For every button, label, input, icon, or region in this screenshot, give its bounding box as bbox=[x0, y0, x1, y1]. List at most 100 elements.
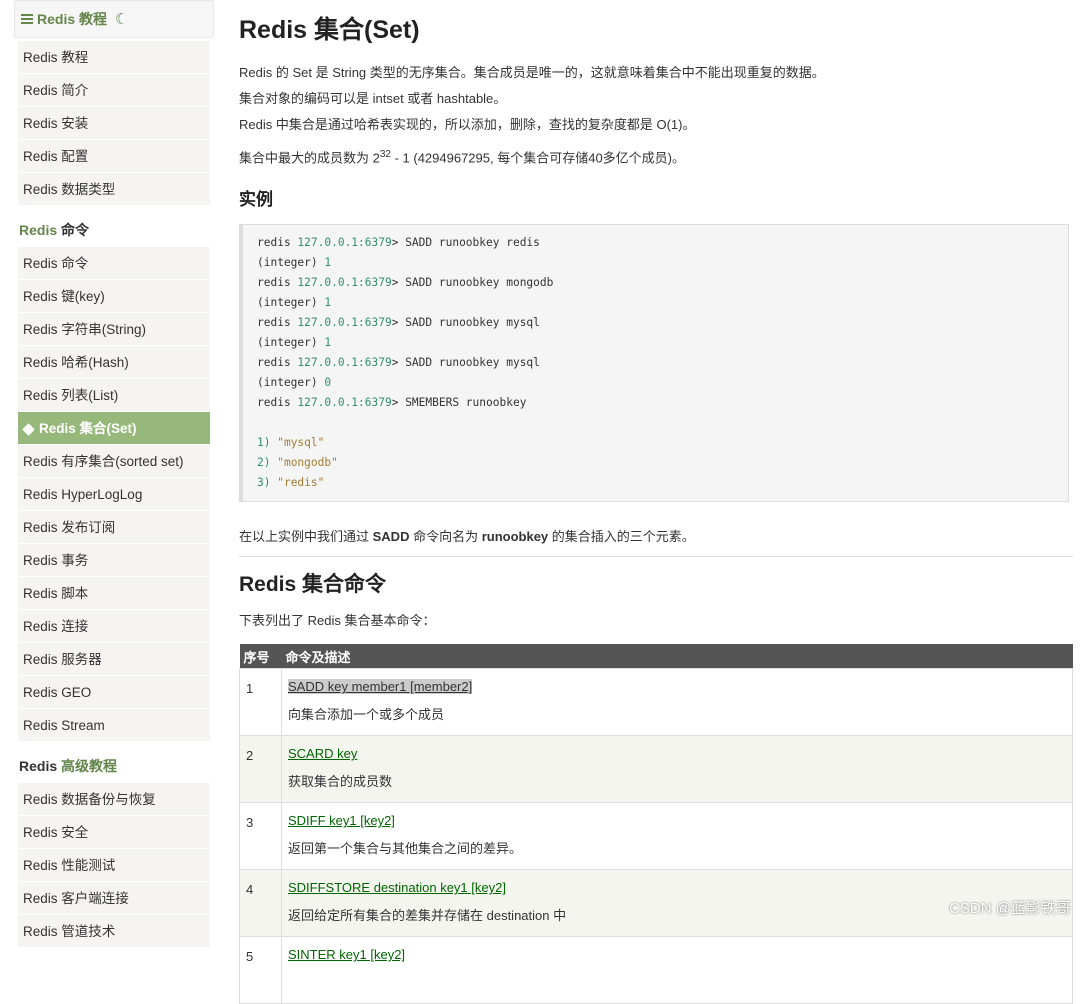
sidebar-item[interactable]: Redis 客户端连接 bbox=[18, 882, 210, 915]
sidebar-item-label: Redis 教程 bbox=[23, 50, 89, 65]
command-link[interactable]: SDIFF key1 [key2] bbox=[288, 813, 395, 828]
code-command: > SADD runoobkey mysql bbox=[391, 316, 540, 330]
table-row: 1 SADD key member1 [member2] 向集合添加一个或多个成员 bbox=[239, 668, 1073, 737]
sidebar-item[interactable]: Redis 集合(Set) bbox=[18, 412, 210, 445]
sidebar-item-label: Redis 配置 bbox=[23, 149, 89, 164]
sidebar-title: Redis 教程 bbox=[37, 11, 108, 27]
intro-paragraph-3: Redis 中集合是通过哈希表实现的，所以添加，删除，查找的复杂度都是 O(1)… bbox=[239, 117, 696, 132]
sidebar-item[interactable]: Redis 键(key) bbox=[18, 280, 210, 313]
sidebar-section-commands: Redis 命令 bbox=[19, 222, 90, 238]
code-block: redis 127.0.0.1:6379> SADD runoobkey red… bbox=[239, 224, 1069, 503]
table-header-command: 命令及描述 bbox=[281, 644, 1073, 669]
sidebar-item[interactable]: Redis HyperLogLog bbox=[18, 478, 210, 511]
sidebar-item-label: Redis 命令 bbox=[23, 256, 89, 271]
table-header-index: 序号 bbox=[239, 644, 282, 669]
code-line: (integer) 1 bbox=[257, 293, 1068, 313]
command-link[interactable]: SINTER key1 [key2] bbox=[288, 947, 405, 962]
code-ip: 127.0.0.1:6379 bbox=[297, 396, 392, 410]
sidebar-item-label: Redis 简介 bbox=[23, 83, 89, 98]
sidebar-section-advanced: Redis 高级教程 bbox=[19, 758, 118, 774]
tag-icon bbox=[22, 423, 35, 436]
sidebar-group-commands: Redis 命令 Redis 键(key) Redis 字符串(String) Red… bbox=[18, 247, 210, 742]
sidebar-item[interactable]: Redis 列表(List) bbox=[18, 379, 210, 412]
sidebar-group-advanced: Redis 数据备份与恢复 Redis 安全 Redis 性能测试 Redis 客户端… bbox=[18, 783, 210, 948]
code-result-line: 1) "mysql" bbox=[257, 433, 1068, 453]
table-cell-index: 5 bbox=[239, 936, 282, 1004]
sidebar-item[interactable]: Redis 服务器 bbox=[18, 643, 210, 676]
code-line: redis 127.0.0.1:6379> SADD runoobkey mys… bbox=[257, 313, 1068, 333]
code-integer-label: (integer) bbox=[257, 256, 325, 270]
code-ip: 127.0.0.1:6379 bbox=[297, 356, 392, 370]
command-link[interactable]: SDIFFSTORE destination key1 [key2] bbox=[288, 880, 506, 895]
sidebar-item[interactable]: Redis 管道技术 bbox=[18, 915, 210, 948]
code-result-value: "redis" bbox=[277, 476, 325, 490]
sidebar-item[interactable]: Redis 脚本 bbox=[18, 577, 210, 610]
code-prompt: redis bbox=[257, 316, 298, 330]
code-result-line: 3) "redis" bbox=[257, 473, 1068, 493]
table-cell-command: SINTER key1 [key2] bbox=[281, 936, 1073, 1004]
sidebar-item[interactable]: Redis 性能测试 bbox=[18, 849, 210, 882]
main-content: Redis 集合(Set) Redis 的 Set 是 String 类型的无序… bbox=[239, 0, 1073, 1004]
table-cell-command: SADD key member1 [member2] 向集合添加一个或多个成员 bbox=[281, 668, 1073, 737]
sidebar-item[interactable]: Redis 数据备份与恢复 bbox=[18, 783, 210, 816]
sidebar-item-label: Redis 连接 bbox=[23, 619, 89, 634]
sidebar-item-label: Redis 性能测试 bbox=[23, 858, 116, 873]
sidebar-item[interactable]: Redis 数据类型 bbox=[18, 173, 210, 206]
code-integer-label: (integer) bbox=[257, 336, 325, 350]
code-prompt: redis bbox=[257, 396, 298, 410]
commands-intro: 下表列出了 Redis 集合基本命令： bbox=[239, 613, 436, 629]
code-command: > SMEMBERS runoobkey bbox=[391, 396, 527, 410]
sidebar-item-label: Redis 集合(Set) bbox=[39, 421, 137, 436]
command-link[interactable]: SADD key member1 [member2] bbox=[288, 679, 473, 695]
code-command: > SADD runoobkey mongodb bbox=[391, 276, 554, 290]
sidebar-item-label: Redis 事务 bbox=[23, 553, 89, 568]
command-link[interactable]: SCARD key bbox=[288, 746, 357, 761]
command-description: 返回第一个集合与其他集合之间的差异。 bbox=[288, 841, 523, 857]
sidebar-item[interactable]: Redis 安全 bbox=[18, 816, 210, 849]
sidebar-item-label: Redis 哈希(Hash) bbox=[23, 355, 129, 370]
intro-paragraph-2: 集合对象的编码可以是 intset 或者 hashtable。 bbox=[239, 91, 507, 106]
code-result-value: "mongodb" bbox=[277, 456, 338, 470]
sidebar-item-label: Redis 安全 bbox=[23, 825, 89, 840]
sidebar-item-label: Redis 数据备份与恢复 bbox=[23, 792, 156, 807]
commands-heading: Redis 集合命令 bbox=[239, 573, 387, 597]
sidebar-item-label: Redis GEO bbox=[23, 685, 92, 700]
code-line: redis 127.0.0.1:6379> SMEMBERS runoobkey bbox=[257, 393, 1068, 413]
sidebar-item-label: Redis 列表(List) bbox=[23, 388, 119, 403]
code-integer-value: 1 bbox=[324, 336, 332, 350]
sidebar-item-label: Redis 字符串(String) bbox=[23, 322, 147, 337]
table-row: 2 SCARD key 获取集合的成员数 bbox=[239, 735, 1073, 804]
sidebar-item[interactable]: Redis 简介 bbox=[18, 74, 210, 107]
sidebar-item[interactable]: Redis 教程 bbox=[18, 41, 210, 74]
intro-paragraph-4: 集合中最大的成员数为 232 - 1 (4294967295, 每个集合可存储4… bbox=[239, 149, 686, 166]
code-integer-value: 0 bbox=[324, 376, 332, 390]
code-line: redis 127.0.0.1:6379> SADD runoobkey mys… bbox=[257, 353, 1068, 373]
watermark: CSDN @蓝影铁哥 bbox=[949, 900, 1071, 917]
table-row: 4 SDIFFSTORE destination key1 [key2] 返回给定所… bbox=[239, 869, 1073, 938]
table-cell-index: 3 bbox=[239, 802, 282, 871]
code-line: redis 127.0.0.1:6379> SADD runoobkey mon… bbox=[257, 273, 1068, 293]
sidebar-item[interactable]: Redis 配置 bbox=[18, 140, 210, 173]
sidebar-item[interactable]: Redis 命令 bbox=[18, 247, 210, 280]
sidebar-item[interactable]: Redis 连接 bbox=[18, 610, 210, 643]
sidebar-item[interactable]: Redis 安装 bbox=[18, 107, 210, 140]
sidebar-item[interactable]: Redis 发布订阅 bbox=[18, 511, 210, 544]
sidebar-item[interactable]: Redis 字符串(String) bbox=[18, 313, 210, 346]
sidebar-item[interactable]: Redis GEO bbox=[18, 676, 210, 709]
sidebar-item[interactable]: Redis 哈希(Hash) bbox=[18, 346, 210, 379]
sidebar-header[interactable]: Redis 教程 ☾ bbox=[14, 0, 214, 38]
sidebar-item[interactable]: Redis 有序集合(sorted set) bbox=[18, 445, 210, 478]
sidebar-item-label: Redis Stream bbox=[23, 718, 105, 733]
code-prompt: redis bbox=[257, 276, 298, 290]
code-integer-label: (integer) bbox=[257, 296, 325, 310]
moon-icon[interactable]: ☾ bbox=[115, 10, 128, 28]
section-divider bbox=[239, 556, 1073, 558]
code-integer-value: 1 bbox=[324, 296, 332, 310]
code-prompt: redis bbox=[257, 356, 298, 370]
sidebar-item[interactable]: Redis 事务 bbox=[18, 544, 210, 577]
sidebar-item[interactable]: Redis Stream bbox=[18, 709, 210, 742]
table-row: 5 SINTER key1 [key2] bbox=[239, 936, 1073, 1004]
code-result-index: 3) bbox=[257, 476, 278, 490]
code-command: > SADD runoobkey mysql bbox=[391, 356, 540, 370]
menu-icon[interactable] bbox=[21, 14, 33, 24]
